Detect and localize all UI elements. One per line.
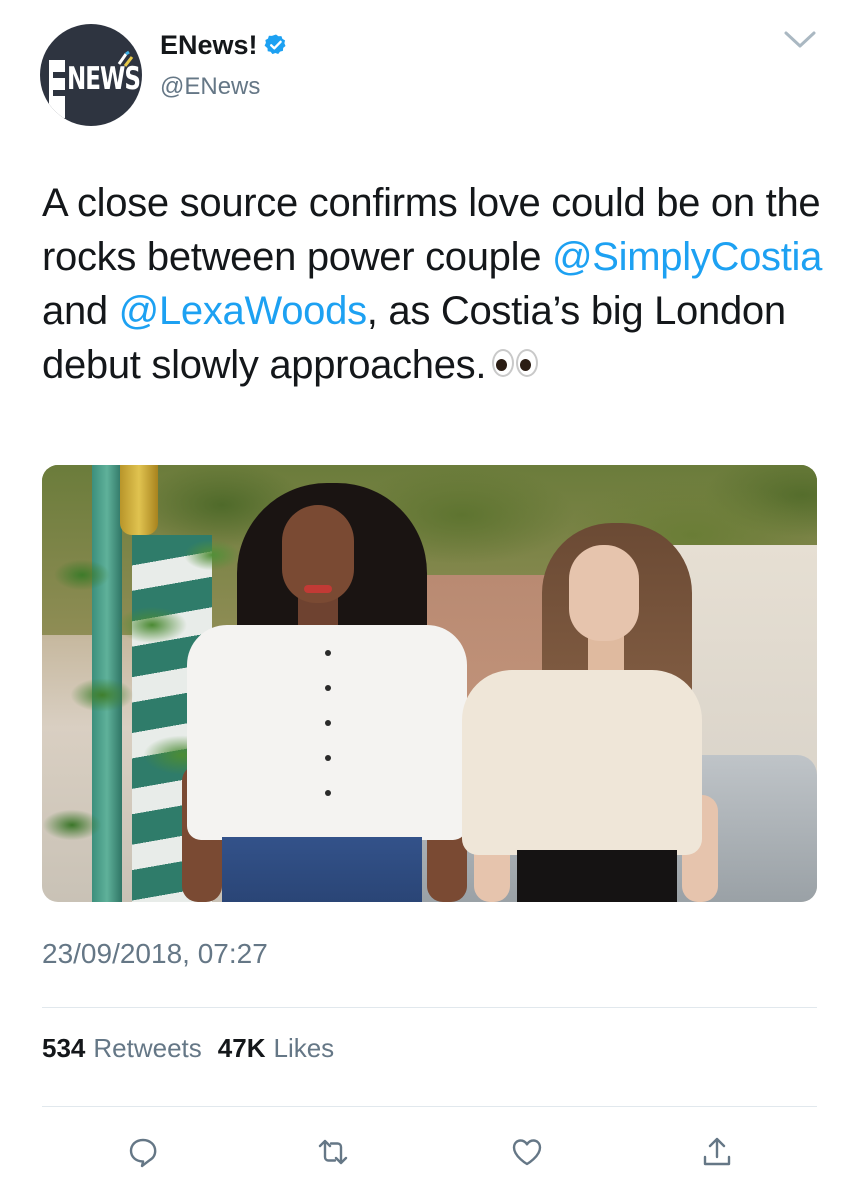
divider [42, 1106, 817, 1107]
cardigan-button [325, 720, 331, 726]
likes-count: 47K [217, 1033, 266, 1063]
cardigan-button [325, 650, 331, 656]
spark-icon [117, 50, 134, 67]
divider [42, 1007, 817, 1008]
author-avatar[interactable]: NEWS [40, 24, 142, 126]
retweet-button[interactable] [313, 1132, 353, 1172]
mention-simplycostia[interactable]: @SimplyCostia [552, 235, 822, 279]
eyes-emoji-icon [492, 349, 539, 378]
chevron-down-icon[interactable] [782, 28, 818, 52]
like-button[interactable] [507, 1132, 547, 1172]
eye-right [516, 349, 539, 378]
retweets-label: Retweets [93, 1033, 202, 1063]
tweet-card: NEWS ENews! @ENews A close source confir… [0, 0, 858, 1200]
person-1-lips [304, 585, 332, 593]
cardigan-button [325, 755, 331, 761]
person-2-skirt [517, 850, 677, 902]
retweet-icon [318, 1139, 348, 1165]
reply-icon [129, 1138, 157, 1168]
likes-label: Likes [273, 1033, 335, 1063]
tweet-text: A close source confirms love could be on… [42, 176, 832, 392]
author-name-row[interactable]: ENews! [160, 28, 288, 62]
cardigan-button [325, 685, 331, 691]
tweet-photo[interactable] [42, 465, 817, 902]
likes-stat[interactable]: 47K Likes [218, 1033, 334, 1064]
reply-button[interactable] [123, 1132, 163, 1172]
enews-logo-e [49, 60, 65, 118]
mention-lexawoods[interactable]: @LexaWoods [119, 289, 367, 333]
share-icon [703, 1137, 731, 1166]
cardigan-button [325, 790, 331, 796]
tweet-timestamp[interactable]: 23/09/2018, 07:27 [42, 938, 268, 970]
person-2-blouse [462, 670, 702, 855]
tweet-stats: 534 Retweets 47K Likes [42, 1033, 334, 1064]
eye-left [492, 349, 515, 378]
retweets-stat[interactable]: 534 Retweets [42, 1033, 202, 1064]
author-display-name[interactable]: ENews! [160, 30, 258, 61]
heart-icon [512, 1139, 542, 1166]
author-handle[interactable]: @ENews [160, 73, 260, 101]
tweet-text-part: and [42, 289, 119, 333]
person-2-face [569, 545, 639, 641]
retweets-count: 534 [42, 1033, 86, 1063]
verified-badge-icon [264, 34, 286, 55]
person-1-cardigan [187, 625, 467, 840]
person-1-jeans [222, 837, 422, 902]
share-button[interactable] [697, 1132, 737, 1172]
